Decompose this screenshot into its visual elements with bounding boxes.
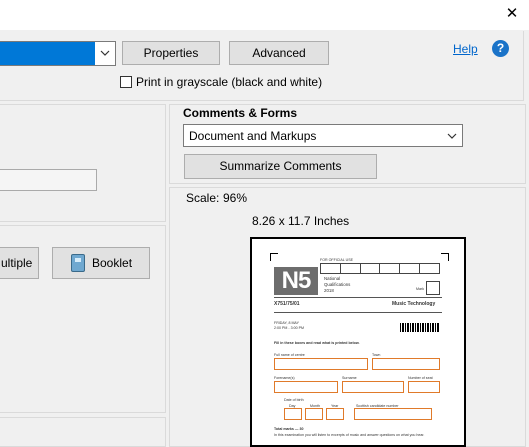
dob-year-box: [326, 408, 344, 420]
advanced-label: Advanced: [252, 46, 306, 60]
booklet-icon: [71, 254, 85, 272]
header-rule: [274, 312, 442, 313]
orientation-panel: [0, 417, 166, 447]
page-sizing-panel-top: [0, 104, 166, 222]
chevron-down-icon: [96, 42, 114, 64]
town-label: Town: [372, 353, 381, 357]
qualification-line: National: [324, 276, 341, 281]
summarize-comments-label: Summarize Comments: [219, 159, 342, 173]
printer-select-value: [0, 42, 95, 65]
grayscale-checkbox[interactable]: [120, 76, 132, 88]
mark-box: [426, 281, 440, 295]
close-icon[interactable]: ✕: [501, 4, 523, 24]
scn-box: [354, 408, 432, 420]
qualification-line: Qualifications: [324, 282, 351, 287]
surname-box: [342, 381, 404, 393]
booklet-button[interactable]: Booklet: [52, 247, 150, 279]
crop-mark: [270, 253, 278, 261]
forenames-box: [274, 381, 338, 393]
paper-subject: Music Technology: [392, 301, 436, 307]
comments-forms-select-value: Document and Markups: [189, 129, 317, 143]
booklet-label: Booklet: [92, 256, 133, 270]
paper-code: X751/75/01: [274, 301, 300, 307]
n5-logo: N5: [274, 267, 318, 295]
page-size-label: 8.26 x 11.7 Inches: [252, 214, 350, 228]
forenames-label: Forename(s): [274, 376, 295, 380]
exam-date: FRIDAY, 8 MAY: [274, 321, 299, 325]
scale-value: 96%: [223, 191, 248, 205]
barcode: [400, 323, 440, 332]
exam-time: 2:00 PM - 3:00 PM: [274, 326, 304, 330]
grayscale-label: Print in grayscale (black and white): [136, 75, 323, 89]
official-use-boxes: [320, 263, 440, 274]
surname-label: Surname: [342, 376, 357, 380]
crop-mark: [441, 253, 449, 261]
dob-day-box: [284, 408, 302, 420]
multiple-label: ultiple: [1, 256, 33, 270]
printer-select[interactable]: [0, 41, 116, 66]
help-link[interactable]: Help: [453, 42, 478, 56]
multiple-button[interactable]: ultiple: [0, 247, 39, 279]
total-marks: Total marks — 30: [274, 427, 304, 431]
dob-month-box: [305, 408, 323, 420]
title-bar: ✕: [0, 0, 529, 30]
summarize-comments-button[interactable]: Summarize Comments: [184, 154, 377, 179]
pages-range-field[interactable]: [0, 169, 97, 191]
full-name-label: Full name of centre: [274, 353, 305, 357]
dob-label: Date of birth: [284, 398, 304, 402]
qualification-line: 2018: [324, 288, 334, 293]
seat-label: Number of seat: [408, 376, 433, 380]
scale-label: Scale:: [186, 191, 220, 205]
centre-name-box: [274, 358, 368, 370]
properties-button[interactable]: Properties: [122, 41, 220, 65]
seat-box: [408, 381, 440, 393]
town-box: [372, 358, 440, 370]
preview-page: FOR OFFICIAL USE N5 National Qualificati…: [250, 237, 466, 447]
help-icon[interactable]: ?: [492, 40, 509, 57]
footer-text: In this examination you will listen to e…: [274, 433, 425, 437]
properties-label: Properties: [143, 46, 199, 60]
chevron-down-icon: [443, 125, 461, 146]
instruction-text: Fill in these boxes and read what is pri…: [274, 341, 360, 345]
comments-forms-select[interactable]: Document and Markups: [183, 124, 463, 147]
comments-forms-heading: Comments & Forms: [183, 106, 298, 120]
advanced-button[interactable]: Advanced: [229, 41, 329, 65]
header-rule: [274, 297, 442, 298]
mark-label: Mark: [416, 287, 424, 291]
official-use-label: FOR OFFICIAL USE: [320, 258, 354, 262]
